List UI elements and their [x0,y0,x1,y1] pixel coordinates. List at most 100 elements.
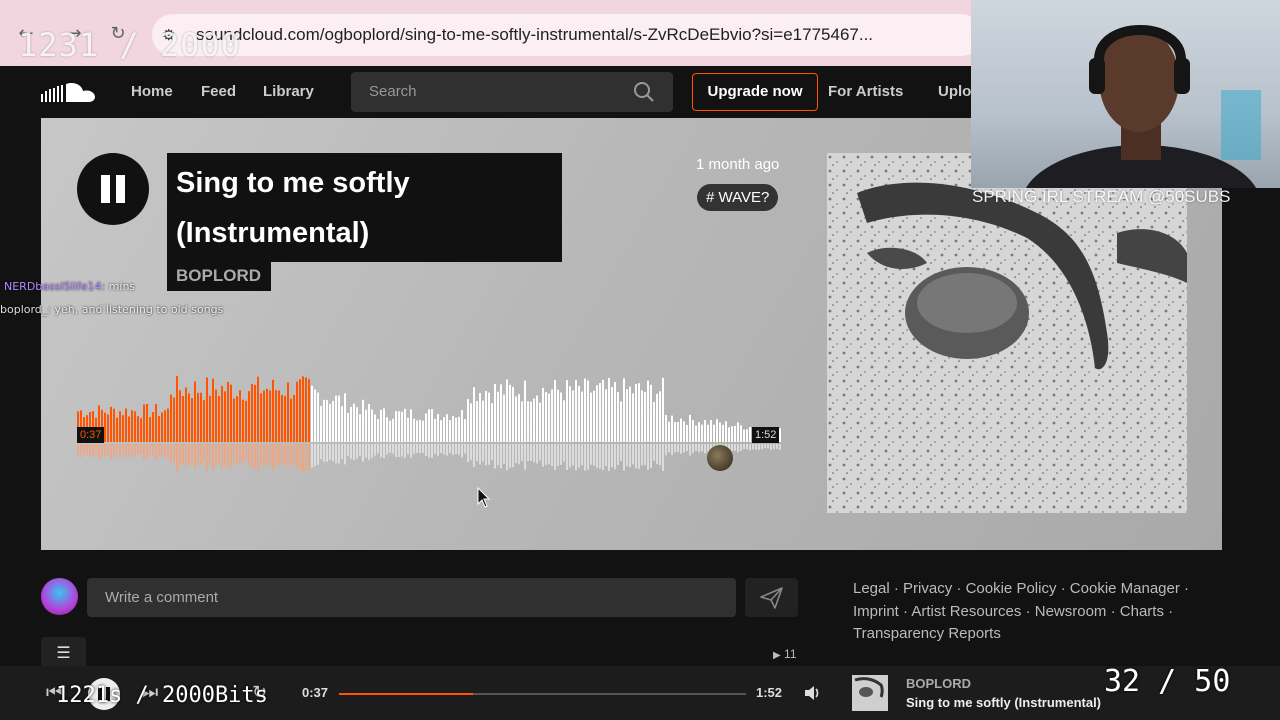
track-artist[interactable]: BOPLORD [167,262,271,291]
waveform-reflection-bar [533,444,535,463]
waveform-bar [569,386,571,442]
genre-tag[interactable]: # WAVE? [697,184,779,211]
footer-link[interactable]: Cookie Manager [1070,580,1180,597]
waveform-reflection-bar [545,444,547,465]
waveform-reflection-bar [77,444,79,457]
waveform-reflection-bar [188,444,190,465]
footer-link[interactable]: Charts [1120,603,1164,620]
waveform-reflection-bar [644,444,646,466]
waveform-bar [497,391,499,442]
waveform-bar [527,401,529,442]
nav-home[interactable]: Home [131,83,173,100]
chat-message: yeh, and listening to old songs [54,303,224,316]
waveform-bar [740,425,742,442]
waveform-bar [146,403,148,442]
chat-user: NERDbassISlife14: [4,280,106,293]
waveform-bar [638,383,640,442]
track-title-line2: (Instrumental) [176,217,370,249]
nav-library[interactable]: Library [263,83,314,100]
waveform-bar [269,390,271,442]
waveform-bar [131,410,133,442]
chat-message: mins [108,280,136,293]
waveform-reflection-bar [92,444,94,457]
waveform-reflection-bar [185,444,187,467]
waveform-reflection-bar [242,444,244,462]
search-bar[interactable]: Search [351,72,673,112]
waveform-bar [116,417,118,442]
waveform-bar [140,418,142,442]
waveform-reflection-bar [743,444,745,450]
user-avatar[interactable] [41,578,78,615]
waveform-reflection-bar [248,444,250,466]
waveform-reflection-bar [191,444,193,463]
waveform-reflection-bar [563,444,565,462]
waveform-reflection-bar [299,444,301,471]
footer-link[interactable]: Artist Resources [911,603,1021,620]
waveform-bar [221,386,223,442]
volume-icon[interactable] [803,684,821,702]
send-comment-button[interactable] [745,578,798,617]
for-artists-link[interactable]: For Artists [828,83,903,100]
waveform-reflection-bar [143,444,145,460]
waveform-bar [731,426,733,442]
waveform-reflection-bar [692,444,694,454]
waveform-reflection-bar [158,444,160,455]
comment-input[interactable]: Write a comment [87,578,736,617]
waveform[interactable] [77,368,783,478]
comment-avatar-marker[interactable] [707,445,733,471]
footer-link[interactable]: Imprint [853,603,899,620]
player-artist[interactable]: BOPLORD [906,676,971,691]
waveform-reflection-bar [152,444,154,457]
footer-link[interactable]: Newsroom [1035,603,1107,620]
add-to-queue-button[interactable]: ☰ [41,637,86,669]
waveform-reflection-bar [686,444,688,452]
waveform-bar [593,390,595,442]
player-artwork[interactable] [852,675,888,711]
pause-button[interactable] [77,153,149,225]
waveform-bar [443,417,445,442]
waveform-bar [284,395,286,442]
waveform-reflection-bar [386,444,388,455]
pause-icon [101,175,110,203]
progress-fill [339,693,474,695]
waveform-reflection-bar [734,444,736,451]
footer-link[interactable]: Privacy [903,580,952,597]
waveform-bar [176,375,178,442]
waveform-reflection-bar [311,444,313,468]
waveform-bar [512,386,514,442]
progress-bar[interactable] [339,693,746,695]
waveform-reflection-bar [641,444,643,466]
footer-link[interactable]: Legal [853,580,890,597]
waveform-reflection-bar [203,444,205,462]
waveform-bar [599,383,601,442]
waveform-bar [464,419,466,442]
waveform-bar [299,379,301,442]
player-title[interactable]: Sing to me softly (Instrumental) [906,695,1101,710]
webcam-feed [971,0,1280,188]
waveform-reflection-bar [539,444,541,461]
footer-link[interactable]: Transparency Reports [853,625,1001,642]
upgrade-now-button[interactable]: Upgrade now [692,73,818,111]
waveform-reflection-bar [590,444,592,465]
search-icon[interactable] [633,81,655,103]
waveform-reflection-bar [608,444,610,471]
waveform-reflection-bar [611,444,613,468]
waveform-reflection-bar [596,444,598,468]
waveform-bar [368,404,370,442]
footer-link[interactable]: Cookie Policy [966,580,1057,597]
waveform-bar [344,393,346,442]
waveform-bar [341,406,343,442]
nav-feed[interactable]: Feed [201,83,236,100]
waveform-bar [314,389,316,442]
soundcloud-logo-icon[interactable] [40,80,96,104]
search-input[interactable]: Search [369,83,417,100]
waveform-bar [257,376,259,442]
address-bar[interactable]: ⚙ soundcloud.com/ogboplord/sing-to-me-so… [152,14,982,56]
waveform-reflection-bar [755,444,757,450]
waveform-bar [335,395,337,442]
waveform-reflection-bar [452,444,454,455]
waveform-reflection-bar [425,444,427,456]
waveform-bar [545,392,547,442]
waveform-reflection-bar [320,444,322,460]
waveform-bar [560,392,562,442]
